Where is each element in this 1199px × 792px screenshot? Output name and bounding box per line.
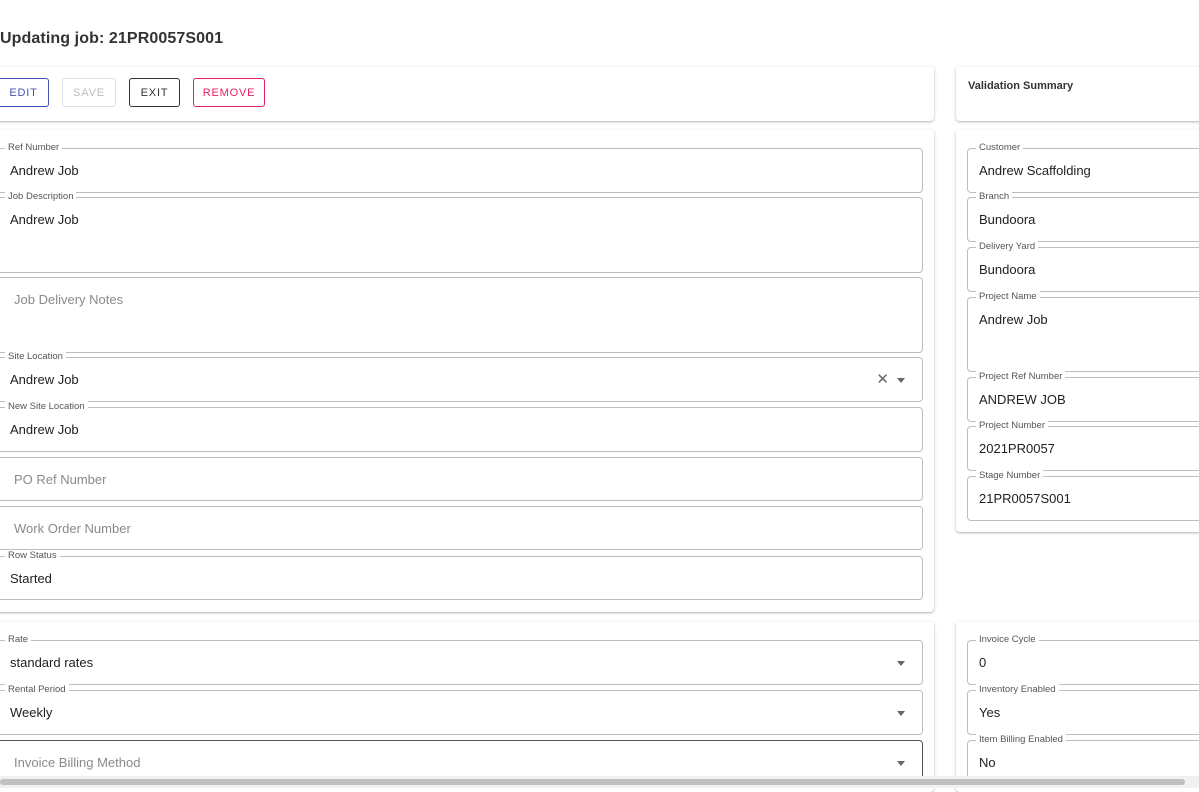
work-order-number-field[interactable]: Work Order Number <box>0 506 923 550</box>
site-location-label: Site Location <box>5 351 66 363</box>
branch-label: Branch <box>976 191 1013 203</box>
branch-field[interactable]: Branch Bundoora <box>967 191 1199 242</box>
site-location-field[interactable]: Site Location Andrew Job ✕ <box>0 351 923 402</box>
rental-period-field[interactable]: Rental Period Weekly <box>0 684 923 735</box>
project-number-value: 2021PR0057 <box>979 441 1055 456</box>
project-name-value: Andrew Job <box>979 312 1048 327</box>
site-location-value: Andrew Job <box>10 372 79 387</box>
chevron-down-icon[interactable] <box>897 661 905 666</box>
horizontal-scrollbar[interactable] <box>0 776 1199 788</box>
row-status-field[interactable]: Row Status Started <box>0 550 923 600</box>
delivery-yard-field[interactable]: Delivery Yard Bundoora <box>967 241 1199 292</box>
job-description-label: Job Description <box>5 191 77 203</box>
job-delivery-notes-placeholder: Job Delivery Notes <box>14 292 124 307</box>
exit-button[interactable]: EXIT <box>129 78 180 107</box>
invoice-billing-method-placeholder: Invoice Billing Method <box>14 755 141 770</box>
new-site-location-label: New Site Location <box>5 401 88 413</box>
po-ref-number-field[interactable]: PO Ref Number <box>0 457 923 501</box>
project-name-label: Project Name <box>976 291 1040 303</box>
ref-number-field[interactable]: Ref Number Andrew Job <box>0 142 923 193</box>
rental-period-value: Weekly <box>10 705 53 720</box>
project-ref-number-label: Project Ref Number <box>976 371 1066 383</box>
rate-value: standard rates <box>10 655 94 670</box>
inventory-enabled-value: Yes <box>979 705 1001 720</box>
chevron-down-icon[interactable] <box>897 378 905 383</box>
project-number-label: Project Number <box>976 420 1048 432</box>
rental-period-label: Rental Period <box>5 684 69 696</box>
validation-summary-card <box>956 67 1199 121</box>
remove-button[interactable]: REMOVE <box>193 78 265 107</box>
job-delivery-notes-field[interactable]: Job Delivery Notes <box>0 277 923 353</box>
customer-field[interactable]: Customer Andrew Scaffolding <box>967 142 1199 193</box>
invoice-cycle-value: 0 <box>979 655 987 670</box>
chevron-down-icon[interactable] <box>897 711 905 716</box>
stage-number-value: 21PR0057S001 <box>979 491 1071 506</box>
page-title: Updating job: 21PR0057S001 <box>0 30 224 47</box>
close-icon[interactable]: ✕ <box>876 372 889 387</box>
work-order-number-placeholder: Work Order Number <box>14 521 131 536</box>
po-ref-number-placeholder: PO Ref Number <box>14 472 107 487</box>
row-status-value: Started <box>10 571 52 586</box>
invoice-cycle-label: Invoice Cycle <box>976 634 1039 646</box>
chevron-down-icon[interactable] <box>897 761 905 766</box>
stage-number-field[interactable]: Stage Number 21PR0057S001 <box>967 470 1199 521</box>
new-site-location-field[interactable]: New Site Location Andrew Job <box>0 401 923 452</box>
edit-button[interactable]: EDIT <box>0 78 49 107</box>
project-ref-number-value: ANDREW JOB <box>979 392 1066 407</box>
inventory-enabled-label: Inventory Enabled <box>976 684 1059 696</box>
project-ref-number-field[interactable]: Project Ref Number ANDREW JOB <box>967 371 1199 422</box>
item-billing-enabled-value: No <box>979 755 996 770</box>
job-description-value: Andrew Job <box>10 212 79 227</box>
item-billing-enabled-label: Item Billing Enabled <box>976 734 1066 746</box>
customer-label: Customer <box>976 142 1024 154</box>
validation-summary-title: Validation Summary <box>968 80 1074 92</box>
new-site-location-value: Andrew Job <box>10 422 79 437</box>
row-status-label: Row Status <box>5 550 60 562</box>
inventory-enabled-field[interactable]: Inventory Enabled Yes <box>967 684 1199 735</box>
delivery-yard-value: Bundoora <box>979 262 1036 277</box>
save-button[interactable]: SAVE <box>62 78 116 107</box>
customer-value: Andrew Scaffolding <box>979 163 1091 178</box>
rate-field[interactable]: Rate standard rates <box>0 634 923 685</box>
delivery-yard-label: Delivery Yard <box>976 241 1039 253</box>
ref-number-value: Andrew Job <box>10 163 79 178</box>
invoice-cycle-field[interactable]: Invoice Cycle 0 <box>967 634 1199 685</box>
stage-number-label: Stage Number <box>976 470 1044 482</box>
branch-value: Bundoora <box>979 212 1036 227</box>
job-description-field[interactable]: Job Description Andrew Job <box>0 191 923 273</box>
ref-number-label: Ref Number <box>5 142 63 154</box>
project-name-field[interactable]: Project Name Andrew Job <box>967 291 1199 372</box>
scrollbar-thumb[interactable] <box>0 779 1185 785</box>
rate-label: Rate <box>5 634 32 646</box>
project-number-field[interactable]: Project Number 2021PR0057 <box>967 420 1199 471</box>
